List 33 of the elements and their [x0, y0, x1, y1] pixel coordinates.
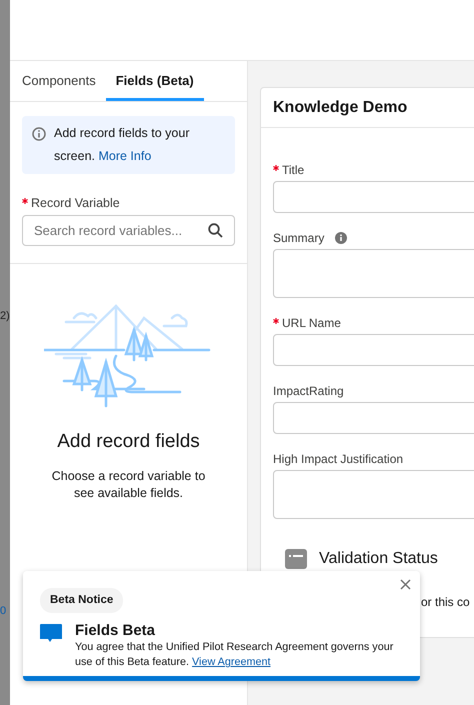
field-label: Title — [282, 162, 304, 179]
field-label: ImpactRating — [273, 383, 344, 400]
validation-text: or this co — [421, 594, 471, 611]
field-label: High Impact Justification — [273, 451, 404, 468]
tab[interactable]: Fields (Beta) — [106, 63, 204, 101]
more-info-link[interactable]: More Info — [98, 149, 152, 163]
notice-title: Fields Beta — [75, 622, 156, 640]
tab[interactable]: Components — [12, 63, 106, 101]
field-label: URL Name — [282, 315, 341, 332]
input-field[interactable] — [273, 402, 474, 434]
chat-icon — [40, 624, 62, 644]
text-area[interactable] — [273, 470, 474, 519]
search-field[interactable]: Search record variables... — [22, 214, 235, 246]
empty-state-description: Choose a record variable to see available fields. — [50, 468, 206, 502]
field-label: Record Variable — [31, 195, 120, 212]
close-icon — [400, 578, 410, 590]
close-button[interactable] — [398, 577, 412, 591]
list-icon — [285, 549, 307, 569]
empty-state-title: Add record fields — [57, 430, 200, 454]
search-icon — [208, 222, 223, 238]
search-input[interactable]: Search record variables... — [34, 220, 208, 240]
notice-text: You agree that the Unified Pilot Research Agreement governs your use of this Beta feature. View Agreement — [75, 640, 394, 670]
card-title: Knowledge Demo — [273, 98, 408, 118]
beta-badge: Beta Notice — [40, 588, 124, 614]
view-agreement-link[interactable]: View Agreement — [192, 656, 270, 668]
text-area[interactable] — [273, 249, 474, 298]
field-label: Summary — [273, 230, 324, 247]
input-field[interactable] — [273, 334, 474, 366]
info-icon — [32, 127, 46, 141]
validation-title: Validation Status — [319, 549, 438, 569]
info-text: Add record fields to your screen. More Info — [54, 125, 190, 165]
input-field[interactable] — [273, 181, 474, 213]
backdrop-text: 2) — [0, 309, 10, 324]
